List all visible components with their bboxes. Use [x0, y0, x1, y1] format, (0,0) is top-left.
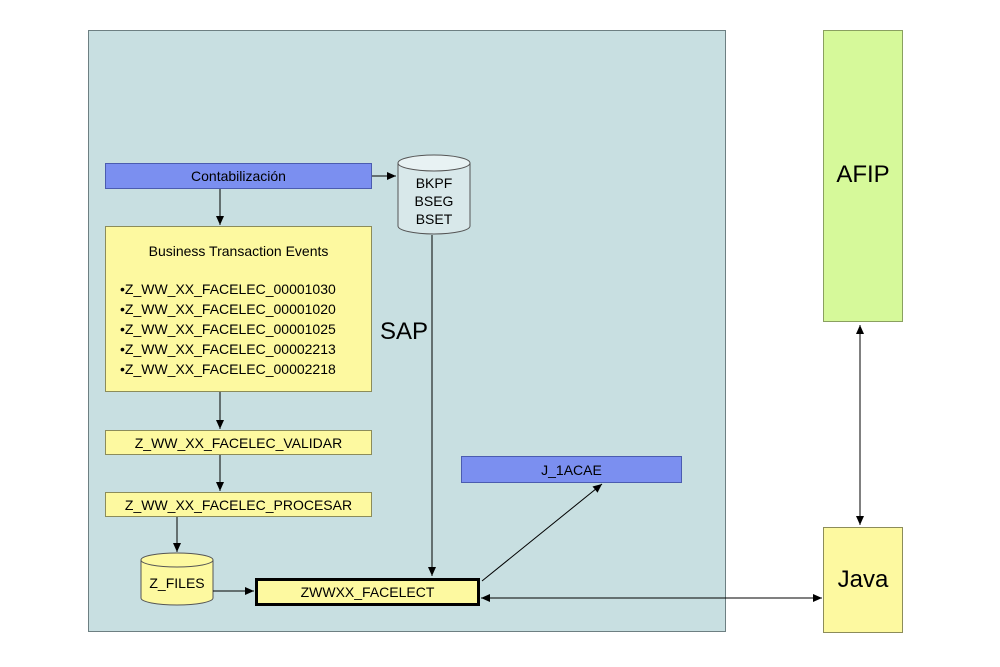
db-tables-label: BKPF BSEG BSET: [398, 174, 470, 228]
db-table-name: BSEG: [414, 193, 454, 209]
db-table-name: BKPF: [415, 175, 453, 191]
z-files-label: Z_FILES: [149, 575, 205, 591]
diagram-connectors: [140, 154, 864, 606]
db-table-name: BSET: [415, 211, 453, 227]
arrow-main-to-j1acae: [481, 483, 603, 582]
